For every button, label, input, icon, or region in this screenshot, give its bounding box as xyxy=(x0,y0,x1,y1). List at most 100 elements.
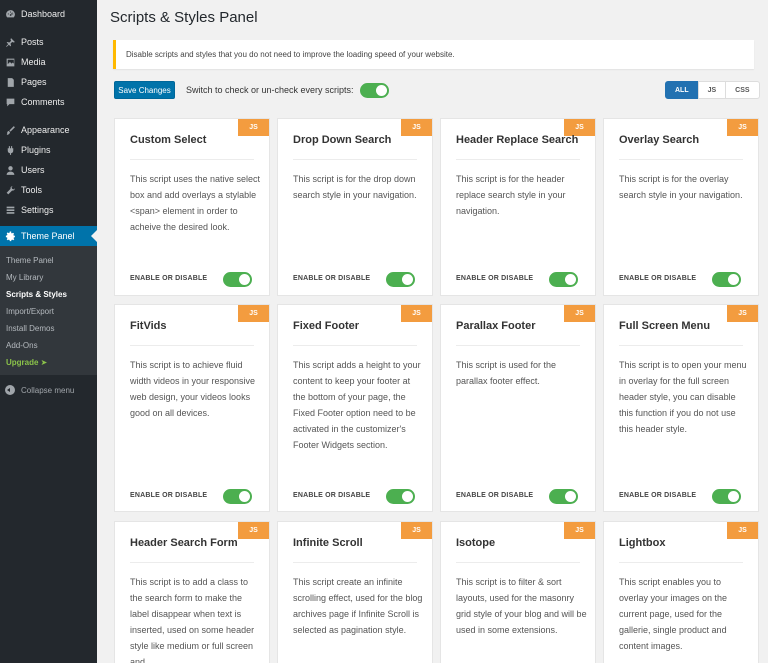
card-title: Custom Select xyxy=(130,134,207,146)
type-badge: JS xyxy=(401,305,432,322)
script-card-custom-select: JS Custom Select This script uses the nati… xyxy=(114,118,270,296)
sidebar-item-comments[interactable]: Comments xyxy=(0,92,97,112)
type-badge: JS xyxy=(727,119,758,136)
sidebar-item-pages[interactable]: Pages xyxy=(0,72,97,92)
card-divider xyxy=(130,562,254,563)
card-divider xyxy=(619,562,743,563)
sidebar-item-users[interactable]: Users xyxy=(0,160,97,180)
users-icon xyxy=(5,165,16,176)
type-badge: JS xyxy=(238,119,269,136)
sidebar-item-label: Appearance xyxy=(21,125,70,135)
type-badge: JS xyxy=(238,522,269,539)
enable-toggle[interactable] xyxy=(712,489,741,504)
script-card-parallax-footer: JS Parallax Footer This script is used for… xyxy=(440,304,596,512)
enable-toggle[interactable] xyxy=(386,489,415,504)
script-card-full-screen-menu: JS Full Screen Menu This script is to open… xyxy=(603,304,759,512)
sidebar-item-posts[interactable]: Posts xyxy=(0,32,97,52)
enable-toggle[interactable] xyxy=(712,272,741,287)
enable-label: ENABLE OR DISABLE xyxy=(293,492,371,499)
script-card-header-search-form: JS Header Search Form This script is to ad… xyxy=(114,521,270,663)
sidebar-item-label: Tools xyxy=(21,185,43,195)
card-description: This script is to filter & sort layouts,… xyxy=(456,577,587,635)
notice-banner: Disable scripts and styles that you do n… xyxy=(113,40,754,69)
brush-icon xyxy=(5,125,16,136)
card-description: This script is to add a class to the sea… xyxy=(130,577,255,663)
type-badge: JS xyxy=(564,305,595,322)
filter-css-button[interactable]: CSS xyxy=(725,81,760,99)
pin-icon xyxy=(5,37,16,48)
submenu-scripts-styles[interactable]: Scripts & Styles xyxy=(0,286,97,303)
enable-toggle[interactable] xyxy=(386,272,415,287)
sidebar-item-media[interactable]: Media xyxy=(0,52,97,72)
card-description: This script is to open your menu in over… xyxy=(619,360,747,434)
enable-toggle[interactable] xyxy=(223,272,252,287)
enable-toggle[interactable] xyxy=(549,489,578,504)
script-card-fitvids: JS FitVids This script is to achieve fluid… xyxy=(114,304,270,512)
enable-label: ENABLE OR DISABLE xyxy=(619,275,697,282)
sidebar-item-label: Plugins xyxy=(21,145,51,155)
sidebar-item-plugins[interactable]: Plugins xyxy=(0,140,97,160)
submenu-import-export[interactable]: Import/Export xyxy=(0,303,97,320)
submenu-upgrade[interactable]: Upgrade ➤ xyxy=(0,354,97,371)
sidebar-item-dashboard[interactable]: Dashboard xyxy=(0,4,97,24)
enable-toggle[interactable] xyxy=(549,272,578,287)
script-card-infinite-scroll: JS Infinite Scroll This script create an i… xyxy=(277,521,433,663)
type-badge: JS xyxy=(564,522,595,539)
card-description: This script is for the header replace se… xyxy=(456,174,566,216)
card-title: Drop Down Search xyxy=(293,134,392,146)
card-divider xyxy=(130,159,254,160)
submenu-my-library[interactable]: My Library xyxy=(0,269,97,286)
card-description: This script create an infinite scrolling… xyxy=(293,577,423,635)
card-description: This script uses the native select box a… xyxy=(130,174,261,232)
card-title: Full Screen Menu xyxy=(619,320,711,332)
script-card-overlay-search: JS Overlay Search This script is for the o… xyxy=(603,118,759,296)
sidebar-item-appearance[interactable]: Appearance xyxy=(0,120,97,140)
enable-label: ENABLE OR DISABLE xyxy=(293,275,371,282)
enable-toggle[interactable] xyxy=(223,489,252,504)
card-divider xyxy=(293,562,417,563)
sidebar-item-theme-panel[interactable]: Theme Panel xyxy=(0,226,97,246)
enable-label: ENABLE OR DISABLE xyxy=(456,492,534,499)
card-divider xyxy=(130,345,254,346)
media-icon xyxy=(5,57,16,68)
submenu-install-demos[interactable]: Install Demos xyxy=(0,320,97,337)
sidebar-item-label: Media xyxy=(21,57,46,67)
filter-all-button[interactable]: ALL xyxy=(665,81,699,99)
filter-js-button[interactable]: JS xyxy=(697,81,727,99)
switch-all-label: Switch to check or un-check every script… xyxy=(186,85,354,95)
sidebar-item-settings[interactable]: Settings xyxy=(0,200,97,220)
plugin-icon xyxy=(5,145,16,156)
card-divider xyxy=(293,159,417,160)
submenu-add-ons[interactable]: Add-Ons xyxy=(0,337,97,354)
dashboard-icon xyxy=(5,9,16,20)
card-title: Fixed Footer xyxy=(293,320,360,332)
sidebar-item-label: Comments xyxy=(21,97,65,107)
card-description: This script adds a height to your conten… xyxy=(293,360,421,450)
card-divider xyxy=(619,159,743,160)
page-title: Scripts & Styles Panel xyxy=(110,9,258,26)
sidebar-item-tools[interactable]: Tools xyxy=(0,180,97,200)
card-title: Parallax Footer xyxy=(456,320,536,332)
card-title: Lightbox xyxy=(619,537,666,549)
settings-icon xyxy=(5,205,16,216)
enable-label: ENABLE OR DISABLE xyxy=(456,275,534,282)
filter-group: ALL JS CSS xyxy=(665,81,760,99)
type-badge: JS xyxy=(727,522,758,539)
collapse-menu-button[interactable]: Collapse menu xyxy=(0,379,97,401)
card-description: This script is for the drop down search … xyxy=(293,174,417,200)
enable-label: ENABLE OR DISABLE xyxy=(130,275,208,282)
card-description: This script enables you to overlay your … xyxy=(619,577,728,651)
type-badge: JS xyxy=(401,119,432,136)
card-divider xyxy=(456,562,580,563)
save-changes-button[interactable]: Save Changes xyxy=(114,81,175,99)
collapse-label: Collapse menu xyxy=(21,385,75,395)
card-title: Infinite Scroll xyxy=(293,537,363,549)
card-divider xyxy=(456,345,580,346)
enable-label: ENABLE OR DISABLE xyxy=(130,492,208,499)
card-title: Overlay Search xyxy=(619,134,700,146)
type-badge: JS xyxy=(238,305,269,322)
sidebar-item-label: Users xyxy=(21,165,45,175)
toggle-all-switch[interactable] xyxy=(360,83,389,98)
submenu-theme-panel[interactable]: Theme Panel xyxy=(0,252,97,269)
main-content: Scripts & Styles Panel Disable scripts a… xyxy=(97,0,768,663)
